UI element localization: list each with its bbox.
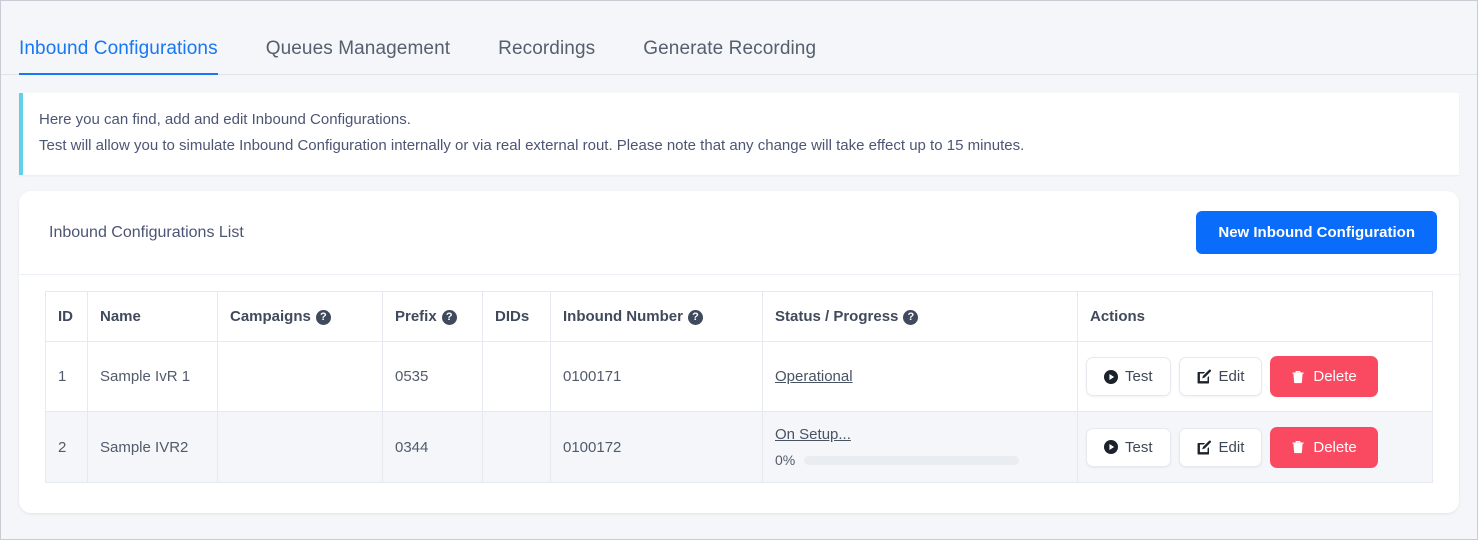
table-row: 1 Sample IvR 1 0535 0100171 Operational	[45, 341, 1433, 412]
inbound-configurations-page: Inbound Configurations Queues Management…	[0, 0, 1478, 540]
actions-group: Test Edit Delete	[1086, 356, 1422, 397]
column-header-name: Name	[87, 291, 218, 342]
card-header: Inbound Configurations List New Inbound …	[19, 191, 1459, 275]
table-body: 1 Sample IvR 1 0535 0100171 Operational	[45, 341, 1433, 483]
cell-actions: Test Edit Delete	[1077, 341, 1433, 412]
trash-icon	[1291, 370, 1305, 384]
progress-percent-label: 0%	[775, 452, 796, 468]
column-header-id: ID	[45, 291, 88, 342]
edit-button[interactable]: Edit	[1178, 427, 1263, 467]
column-label: Inbound Number	[563, 308, 683, 325]
cell-prefix: 0344	[382, 411, 483, 483]
delete-button[interactable]: Delete	[1270, 426, 1378, 468]
card-title: Inbound Configurations List	[49, 223, 244, 241]
tab-label: Queues Management	[265, 38, 451, 59]
inbound-configurations-card: Inbound Configurations List New Inbound …	[19, 191, 1459, 513]
cell-status: Operational	[762, 341, 1078, 412]
test-button[interactable]: Test	[1086, 357, 1171, 396]
cell-name: Sample IvR 1	[87, 341, 218, 412]
cell-prefix: 0535	[382, 341, 483, 412]
cell-campaigns	[217, 411, 383, 483]
tab-recordings[interactable]: Recordings	[498, 38, 621, 74]
cell-name: Sample IVR2	[87, 411, 218, 483]
delete-button-label: Delete	[1313, 438, 1357, 456]
help-circle-icon[interactable]: ?	[903, 309, 919, 325]
test-button-label: Test	[1125, 438, 1153, 456]
tab-inbound-configurations[interactable]: Inbound Configurations	[19, 38, 244, 75]
cell-campaigns	[217, 341, 383, 412]
cell-dids	[482, 411, 551, 483]
column-header-inbound-number: Inbound Number?	[550, 291, 763, 342]
progress-bar	[804, 455, 1020, 465]
edit-button-label: Edit	[1218, 438, 1245, 456]
column-label: Campaigns	[230, 308, 311, 325]
cell-actions: Test Edit Delete	[1077, 411, 1433, 483]
test-button-label: Test	[1125, 368, 1153, 385]
tab-label: Generate Recording	[643, 38, 817, 59]
column-label: Actions	[1090, 308, 1146, 325]
play-circle-icon	[1104, 369, 1118, 384]
edit-button[interactable]: Edit	[1178, 357, 1263, 396]
cell-dids	[482, 341, 551, 412]
cell-inbound-number: 0100171	[550, 341, 763, 412]
delete-button[interactable]: Delete	[1270, 356, 1378, 397]
new-inbound-configuration-button[interactable]: New Inbound Configuration	[1196, 211, 1437, 254]
column-header-campaigns: Campaigns?	[217, 291, 383, 342]
delete-button-label: Delete	[1313, 368, 1357, 385]
column-header-actions: Actions	[1077, 291, 1433, 342]
column-header-dids: DIDs	[482, 291, 551, 342]
banner-line-2: Test will allow you to simulate Inbound …	[39, 137, 1025, 154]
progress-row: 0%	[775, 452, 1067, 468]
actions-group: Test Edit Delete	[1086, 426, 1422, 468]
banner-line-1: Here you can find, add and edit Inbound …	[39, 111, 411, 128]
column-label: Prefix	[395, 308, 437, 325]
inbound-configurations-table: ID Name Campaigns? Prefix? DIDs Inbound …	[45, 291, 1433, 483]
play-circle-icon	[1104, 440, 1118, 454]
info-banner: Here you can find, add and edit Inbound …	[19, 93, 1459, 175]
status-link[interactable]: Operational	[775, 368, 853, 385]
cell-id: 2	[45, 411, 88, 483]
list-card-wrapper: Inbound Configurations List New Inbound …	[1, 175, 1477, 513]
help-circle-icon[interactable]: ?	[315, 309, 331, 325]
pencil-square-icon	[1197, 439, 1212, 455]
column-header-status-progress: Status / Progress?	[762, 291, 1078, 342]
trash-icon	[1291, 440, 1305, 454]
cell-inbound-number: 0100172	[550, 411, 763, 483]
column-label: DIDs	[495, 308, 530, 325]
column-label: Status / Progress	[775, 308, 899, 325]
table-wrapper: ID Name Campaigns? Prefix? DIDs Inbound …	[19, 275, 1459, 483]
edit-button-label: Edit	[1218, 368, 1245, 385]
help-circle-icon[interactable]: ?	[688, 309, 703, 325]
tab-bar: Inbound Configurations Queues Management…	[1, 1, 1477, 75]
tab-generate-recording[interactable]: Generate Recording	[643, 38, 842, 74]
help-circle-icon[interactable]: ?	[441, 309, 457, 325]
tab-label: Recordings	[498, 38, 596, 59]
table-row: 2 Sample IVR2 0344 0100172 On Setup... 0…	[45, 411, 1433, 483]
tab-label: Inbound Configurations	[19, 38, 218, 59]
column-label: ID	[58, 308, 73, 325]
info-banner-wrapper: Here you can find, add and edit Inbound …	[1, 75, 1477, 175]
pencil-square-icon	[1197, 369, 1212, 384]
table-header-row: ID Name Campaigns? Prefix? DIDs Inbound …	[45, 291, 1433, 342]
tab-queues-management[interactable]: Queues Management	[266, 38, 476, 74]
status-link[interactable]: On Setup...	[775, 426, 851, 443]
test-button[interactable]: Test	[1086, 427, 1171, 467]
column-header-prefix: Prefix?	[382, 291, 483, 342]
table-header: ID Name Campaigns? Prefix? DIDs Inbound …	[45, 291, 1433, 342]
column-label: Name	[100, 308, 141, 325]
cell-id: 1	[45, 341, 88, 412]
cell-status: On Setup... 0%	[762, 411, 1078, 483]
